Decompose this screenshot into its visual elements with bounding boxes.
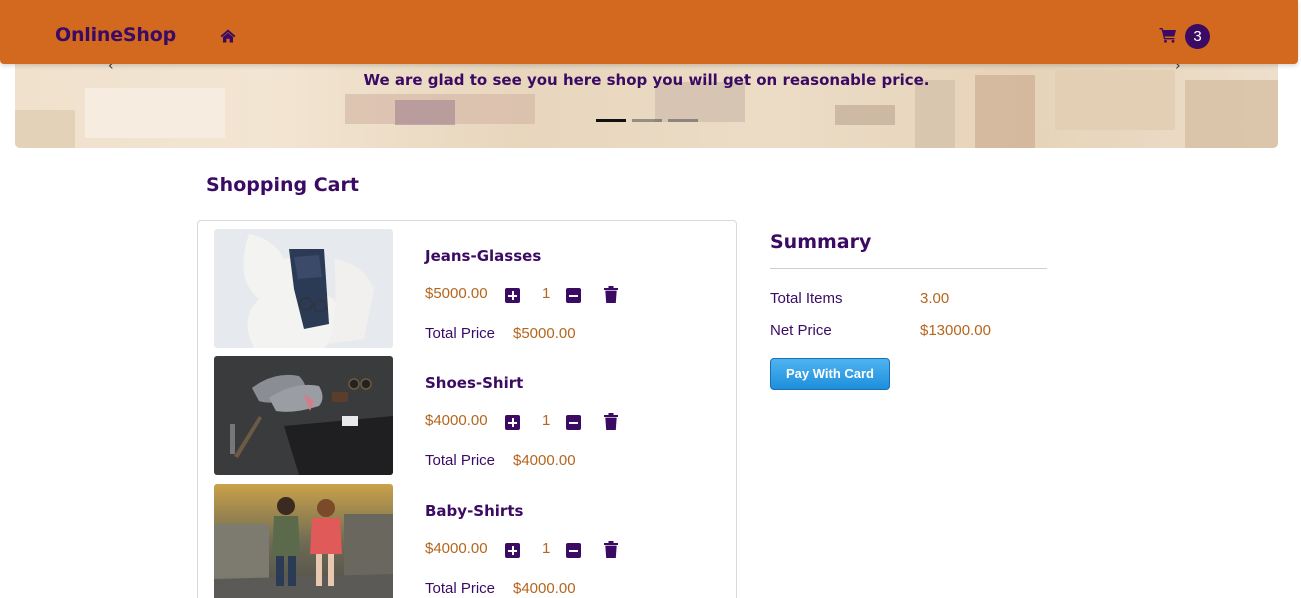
brand-logo[interactable]: OnlineShop bbox=[55, 24, 176, 46]
trash-icon[interactable] bbox=[604, 413, 618, 430]
item-quantity: 1 bbox=[542, 412, 551, 429]
item-total-label: Total Price bbox=[425, 452, 496, 469]
decrease-quantity-button[interactable] bbox=[566, 543, 581, 558]
pay-with-card-button[interactable]: Pay With Card bbox=[770, 358, 890, 390]
store-bags-shape bbox=[395, 100, 455, 125]
summary-divider bbox=[770, 268, 1047, 269]
page-title: Shopping Cart bbox=[206, 174, 359, 196]
item-total-value: $4000.00 bbox=[513, 580, 576, 597]
cart-item: Jeans-Glasses $5000.00 1 Total Price $50… bbox=[214, 229, 734, 349]
carousel-indicator-2[interactable] bbox=[632, 119, 662, 122]
increase-quantity-button[interactable] bbox=[505, 415, 520, 430]
cart-icon[interactable] bbox=[1159, 27, 1177, 43]
navbar: OnlineShop 3 bbox=[0, 0, 1298, 64]
hero-carousel: ‹ › We are glad to see you here shop you… bbox=[15, 50, 1278, 148]
store-shelf-far-shape bbox=[1185, 80, 1278, 148]
cart-item: Shoes-Shirt $4000.00 1 Total Price $4000… bbox=[214, 356, 734, 476]
item-price: $4000.00 bbox=[425, 540, 488, 557]
store-shelf-shape bbox=[15, 110, 75, 148]
home-icon[interactable] bbox=[220, 28, 236, 44]
cart-items-card: Jeans-Glasses $5000.00 1 Total Price $50… bbox=[197, 220, 737, 598]
decrease-quantity-button[interactable] bbox=[566, 288, 581, 303]
item-quantity: 1 bbox=[542, 285, 551, 302]
carousel-indicator-3[interactable] bbox=[668, 119, 698, 122]
product-image-baby-shirts bbox=[214, 484, 393, 598]
cart-count-badge[interactable]: 3 bbox=[1185, 24, 1210, 49]
item-name: Shoes-Shirt bbox=[425, 374, 524, 392]
cart-item: Baby-Shirts $4000.00 1 Total Price $4000… bbox=[214, 484, 734, 598]
item-total-label: Total Price bbox=[425, 580, 496, 597]
trash-icon[interactable] bbox=[604, 286, 618, 303]
carousel-caption: We are glad to see you here shop you wil… bbox=[363, 71, 930, 89]
net-price-label: Net Price bbox=[770, 322, 832, 339]
store-pillar-shape bbox=[915, 80, 955, 148]
carousel-indicators bbox=[596, 119, 698, 122]
item-total-value: $5000.00 bbox=[513, 325, 576, 342]
summary-title: Summary bbox=[770, 231, 872, 253]
net-price-value: $13000.00 bbox=[920, 322, 991, 339]
trash-icon[interactable] bbox=[604, 541, 618, 558]
decrease-quantity-button[interactable] bbox=[566, 415, 581, 430]
item-name: Baby-Shirts bbox=[425, 502, 524, 520]
store-counter-shape bbox=[85, 88, 225, 138]
total-items-label: Total Items bbox=[770, 290, 843, 307]
item-total-label: Total Price bbox=[425, 325, 496, 342]
carousel-indicator-1[interactable] bbox=[596, 119, 626, 122]
item-quantity: 1 bbox=[542, 540, 551, 557]
item-price: $5000.00 bbox=[425, 285, 488, 302]
store-table-shape bbox=[835, 105, 895, 125]
total-items-value: 3.00 bbox=[920, 290, 950, 307]
item-price: $4000.00 bbox=[425, 412, 488, 429]
increase-quantity-button[interactable] bbox=[505, 288, 520, 303]
item-name: Jeans-Glasses bbox=[425, 247, 542, 265]
item-total-value: $4000.00 bbox=[513, 452, 576, 469]
increase-quantity-button[interactable] bbox=[505, 543, 520, 558]
product-image-jeans-glasses bbox=[214, 229, 393, 348]
product-image-shoes-shirt bbox=[214, 356, 393, 475]
